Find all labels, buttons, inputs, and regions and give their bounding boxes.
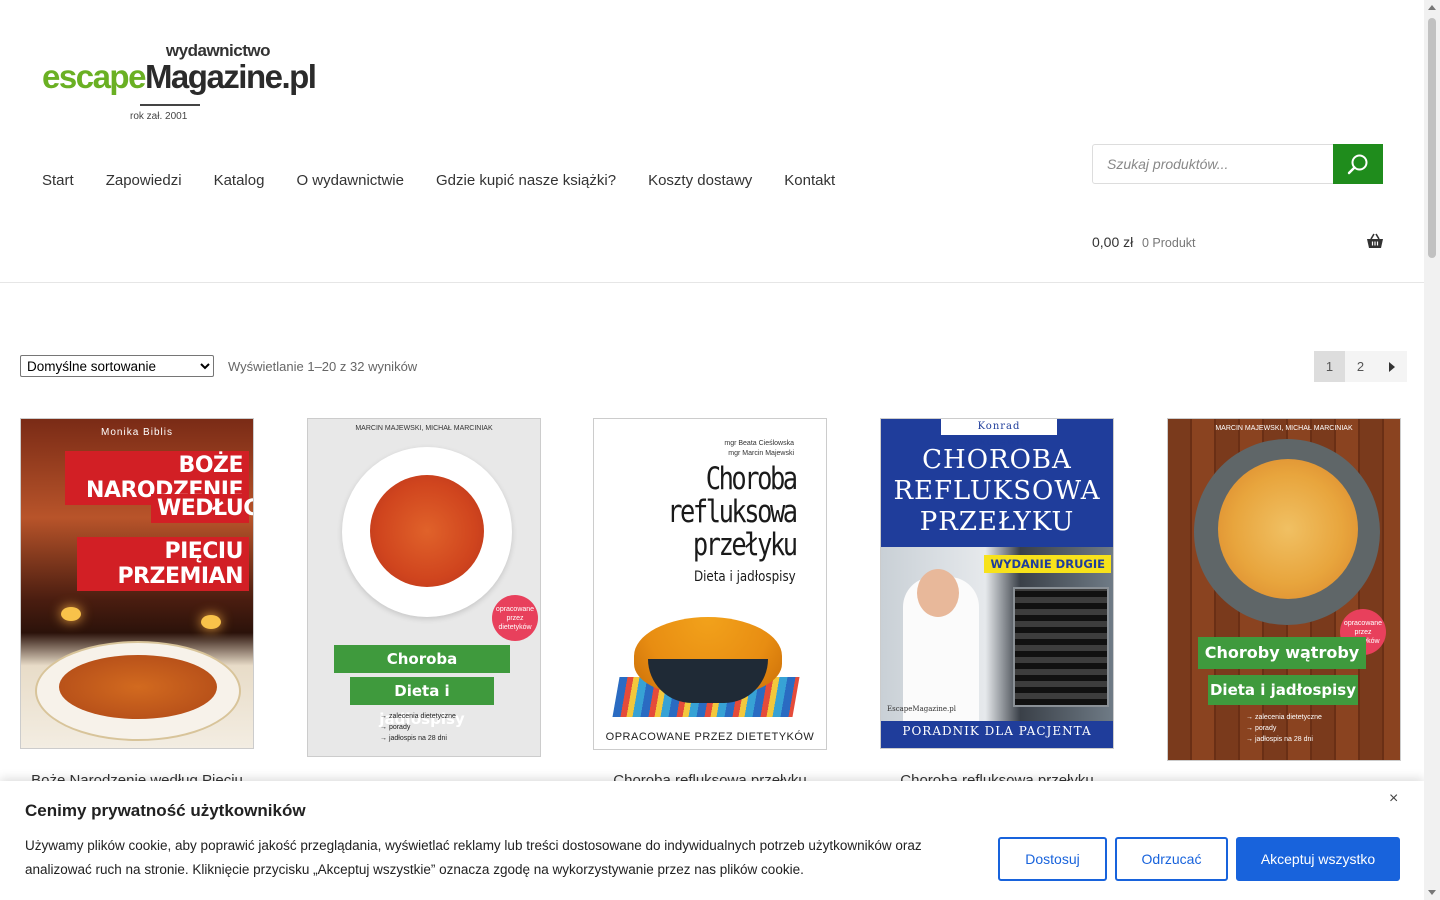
site-header: wydawnictwo escapeMagazine.pl rok zał. 2…: [0, 0, 1424, 283]
basket-icon: [1367, 233, 1383, 248]
cover-title-line: Dieta i jadłospisy: [1208, 675, 1358, 705]
product-cover-image[interactable]: MARCIN MAJEWSKI, MICHAŁ MARCINIAK opraco…: [1167, 418, 1401, 761]
cover-bullets: → zalecenia dietetyczne → porady → jadło…: [380, 713, 456, 742]
search-icon: [1347, 154, 1368, 175]
page-2[interactable]: 2: [1345, 351, 1376, 382]
cookie-description: Używamy plików cookie, aby poprawić jako…: [25, 838, 922, 877]
cover-publisher: EscapeMagazine.pl: [887, 705, 956, 713]
cover-title-line: Choroby wątroby: [1198, 637, 1366, 669]
customize-button[interactable]: Dostosuj: [998, 837, 1107, 881]
cookie-title: Cenimy prywatność użytkowników: [25, 801, 306, 820]
close-icon[interactable]: ×: [1389, 790, 1398, 808]
cover-footer: OPRACOWANE PRZEZ DIETETYKÓW: [605, 731, 815, 743]
mini-cart[interactable]: 0,00 zł 0 Produkt: [1092, 232, 1384, 254]
cover-title: Choroba refluksowa przełyku: [667, 461, 799, 563]
cover-edition: WYDANIE DRUGIE: [984, 555, 1111, 573]
accept-all-button[interactable]: Akceptuj wszystko: [1236, 837, 1400, 881]
sort-select[interactable]: Domyślne sortowanie: [20, 355, 214, 377]
nav-o-wydawnictwie[interactable]: O wydawnictwie: [296, 172, 404, 189]
product-card[interactable]: Konrad Kokurewicz CHOROBA REFLUKSOWA PRZ…: [880, 418, 1114, 789]
nav-zapowiedzi[interactable]: Zapowiedzi: [106, 172, 182, 189]
cover-title-line: Dieta i jadłospisy: [350, 677, 494, 728]
product-card[interactable]: mgr Beata Cieślowska mgr Marcin Majewski…: [593, 418, 827, 789]
doctor-head: [917, 569, 959, 617]
pagination: 1 2: [1314, 351, 1407, 382]
scroll-up-arrow-icon[interactable]: [1428, 5, 1436, 10]
search-input[interactable]: [1092, 144, 1342, 184]
site-logo[interactable]: wydawnictwo escapeMagazine.pl rok zał. 2…: [40, 38, 317, 128]
product-cover-image[interactable]: Monika Biblis BOŻE NARODZENIE WEDŁUG PIĘ…: [20, 418, 254, 749]
product-cover-image[interactable]: mgr Beata Cieślowska mgr Marcin Majewski…: [593, 418, 827, 750]
result-count: Wyświetlanie 1–20 z 32 wyników: [228, 359, 418, 374]
cover-authors: mgr Beata Cieślowska mgr Marcin Majewski: [724, 440, 794, 457]
nav-katalog[interactable]: Katalog: [214, 172, 265, 189]
cover-subtitle: Dieta i jadłospisy: [694, 569, 796, 585]
cover-author: MARCIN MAJEWSKI, MICHAŁ MARCINIAK: [355, 425, 493, 432]
cover-author: MARCIN MAJEWSKI, MICHAŁ MARCINIAK: [1215, 425, 1353, 432]
cover-bullets: → zalecenia dietetyczne → porady → jadło…: [1246, 714, 1322, 743]
cover-title-line: Choroba nowotworowa: [334, 645, 510, 696]
cover-footer: PORADNIK DLA PACJENTA: [902, 724, 1092, 738]
cover-badge: opracowane przez dietetyków: [492, 595, 538, 641]
cover-author: Konrad Kokurewicz: [941, 419, 1057, 448]
product-cover-image[interactable]: Konrad Kokurewicz CHOROBA REFLUKSOWA PRZ…: [880, 418, 1114, 749]
cover-title-line: WEDŁUG: [151, 494, 253, 523]
reject-button[interactable]: Odrzucać: [1115, 837, 1228, 881]
logo-wordmark: escapeMagazine.pl: [42, 58, 317, 95]
cover-author: Monika Biblis: [101, 427, 173, 438]
pasta: [370, 475, 484, 587]
pasta: [1218, 459, 1358, 599]
nav-koszty-dostawy[interactable]: Koszty dostawy: [648, 172, 752, 189]
product-card[interactable]: Monika Biblis BOŻE NARODZENIE WEDŁUG PIĘ…: [20, 418, 254, 789]
page-scrollbar[interactable]: [1424, 0, 1440, 900]
cover-title-line: PIĘCIU PRZEMIAN: [77, 537, 249, 591]
page-1[interactable]: 1: [1314, 351, 1345, 382]
xray-screen: [1013, 587, 1109, 707]
search-button[interactable]: [1333, 144, 1383, 184]
logo-year: rok zał. 2001: [130, 111, 188, 122]
product-search: [1092, 144, 1384, 184]
cart-count: 0 Produkt: [1142, 236, 1196, 250]
caret-right-icon: [1388, 361, 1395, 372]
nav-start[interactable]: Start: [42, 172, 74, 189]
nav-kontakt[interactable]: Kontakt: [784, 172, 835, 189]
product-card[interactable]: MARCIN MAJEWSKI, MICHAŁ MARCINIAK opraco…: [307, 418, 541, 757]
candle-light: [201, 615, 221, 629]
scrollbar-thumb[interactable]: [1428, 18, 1436, 258]
candle-light: [61, 607, 81, 621]
scroll-down-arrow-icon[interactable]: [1428, 890, 1436, 895]
soup: [59, 655, 217, 719]
product-cover-image[interactable]: MARCIN MAJEWSKI, MICHAŁ MARCINIAK opraco…: [307, 418, 541, 757]
nav-gdzie-kupic[interactable]: Gdzie kupić nasze książki?: [436, 172, 616, 189]
logo-divider: [140, 104, 200, 106]
cover-title: CHOROBA REFLUKSOWA PRZEŁYKU: [893, 445, 1101, 537]
cookie-consent-banner: Cenimy prywatność użytkowników × Używamy…: [0, 781, 1424, 900]
next-page-button[interactable]: [1376, 351, 1407, 382]
product-card[interactable]: MARCIN MAJEWSKI, MICHAŁ MARCINIAK opraco…: [1167, 418, 1401, 761]
cart-amount: 0,00 zł: [1092, 234, 1134, 250]
primary-navigation: Start Zapowiedzi Katalog O wydawnictwie …: [42, 172, 867, 189]
